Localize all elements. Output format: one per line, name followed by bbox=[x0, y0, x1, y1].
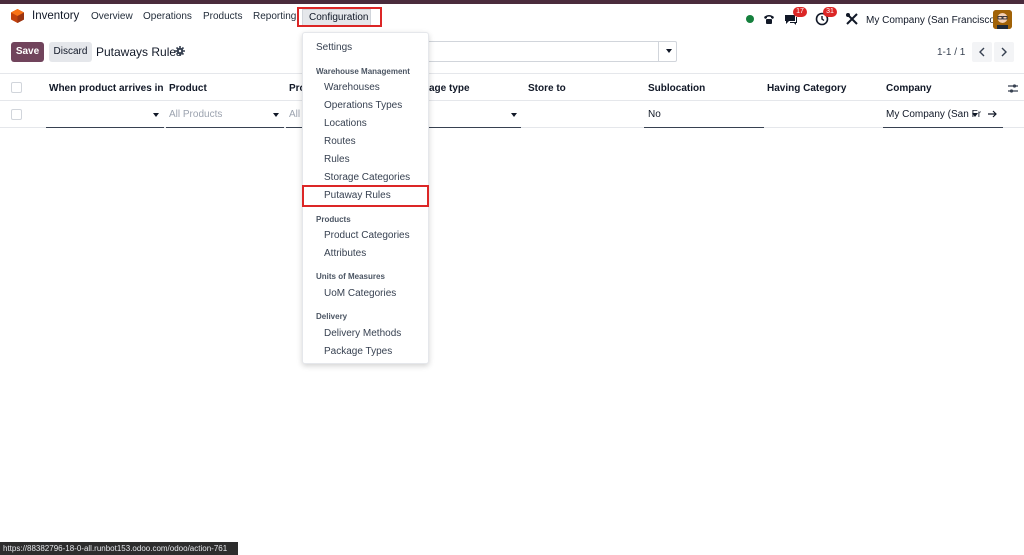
menu-overview[interactable]: Overview bbox=[91, 11, 133, 22]
status-bar-url: https://88382796-18-0-all.runbot153.odoo… bbox=[0, 542, 238, 555]
search-input[interactable] bbox=[420, 41, 677, 62]
product-placeholder: All Products bbox=[169, 109, 223, 120]
menu-reporting[interactable]: Reporting bbox=[253, 11, 296, 22]
app-name[interactable]: Inventory bbox=[32, 10, 79, 22]
messages-badge: 17 bbox=[793, 7, 807, 17]
menu-item-uom-categories[interactable]: UoM Categories bbox=[324, 288, 396, 299]
user-avatar[interactable] bbox=[993, 10, 1012, 29]
chevron-down-icon bbox=[273, 113, 279, 117]
arrow-right-icon[interactable] bbox=[988, 110, 998, 118]
row-checkbox[interactable] bbox=[11, 109, 22, 120]
chevron-down-icon bbox=[511, 113, 517, 117]
company-value: My Company (San Fr bbox=[886, 109, 982, 120]
pager-previous-button[interactable] bbox=[972, 42, 992, 62]
gear-icon[interactable] bbox=[175, 46, 185, 56]
column-when-product-arrives-in[interactable]: When product arrives in bbox=[49, 83, 163, 94]
menu-item-rules[interactable]: Rules bbox=[324, 154, 350, 165]
menu-item-delivery-methods[interactable]: Delivery Methods bbox=[324, 328, 401, 339]
configuration-highlight-box bbox=[297, 7, 382, 27]
section-delivery: Delivery bbox=[316, 312, 348, 321]
save-button[interactable]: Save bbox=[11, 42, 44, 62]
chevron-down-icon bbox=[666, 49, 672, 53]
menu-item-product-categories[interactable]: Product Categories bbox=[324, 230, 410, 241]
online-status-dot bbox=[746, 15, 754, 23]
menu-item-locations[interactable]: Locations bbox=[324, 118, 367, 129]
optional-columns-icon[interactable] bbox=[1008, 84, 1018, 93]
package-type-field[interactable] bbox=[429, 101, 521, 128]
menu-products[interactable]: Products bbox=[203, 11, 242, 22]
column-having-category[interactable]: Having Category bbox=[767, 83, 846, 94]
menu-item-attributes[interactable]: Attributes bbox=[324, 248, 366, 259]
pager-value[interactable]: 1-1 / 1 bbox=[937, 47, 965, 58]
column-package-type[interactable]: age type bbox=[429, 83, 470, 94]
sublocation-value: No bbox=[648, 109, 661, 120]
activities-badge: 31 bbox=[823, 7, 837, 17]
chevron-left-icon bbox=[979, 47, 985, 57]
discard-button[interactable]: Discard bbox=[49, 42, 92, 62]
chevron-right-icon bbox=[1001, 47, 1007, 57]
location-in-field[interactable] bbox=[46, 101, 164, 128]
menu-item-settings[interactable]: Settings bbox=[316, 42, 352, 53]
tools-icon[interactable] bbox=[845, 12, 859, 26]
section-units-of-measures: Units of Measures bbox=[316, 272, 385, 281]
menu-item-warehouses[interactable]: Warehouses bbox=[324, 82, 380, 93]
inventory-app-icon[interactable] bbox=[11, 9, 24, 23]
pager-next-button[interactable] bbox=[994, 42, 1014, 62]
menu-item-operations-types[interactable]: Operations Types bbox=[324, 100, 402, 111]
search-options-toggle[interactable] bbox=[658, 41, 677, 62]
column-store-to[interactable]: Store to bbox=[528, 83, 566, 94]
menu-item-routes[interactable]: Routes bbox=[324, 136, 356, 147]
sublocation-field[interactable] bbox=[644, 101, 764, 128]
section-products: Products bbox=[316, 215, 351, 224]
menu-item-package-types[interactable]: Package Types bbox=[324, 346, 392, 357]
menu-operations[interactable]: Operations bbox=[143, 11, 192, 22]
column-company[interactable]: Company bbox=[886, 83, 932, 94]
column-product[interactable]: Product bbox=[169, 83, 207, 94]
putaway-rules-highlight-box bbox=[302, 185, 429, 207]
product-category-placeholder: All bbox=[289, 109, 301, 120]
section-warehouse-management: Warehouse Management bbox=[316, 67, 410, 76]
page-title: Putaways Rules bbox=[96, 45, 183, 59]
company-switcher[interactable]: My Company (San Francisco) bbox=[866, 15, 998, 26]
select-all-checkbox[interactable] bbox=[11, 82, 22, 93]
phone-icon[interactable] bbox=[762, 12, 776, 26]
column-sublocation[interactable]: Sublocation bbox=[648, 83, 705, 94]
menu-item-storage-categories[interactable]: Storage Categories bbox=[324, 172, 410, 183]
chevron-down-icon bbox=[153, 113, 159, 117]
